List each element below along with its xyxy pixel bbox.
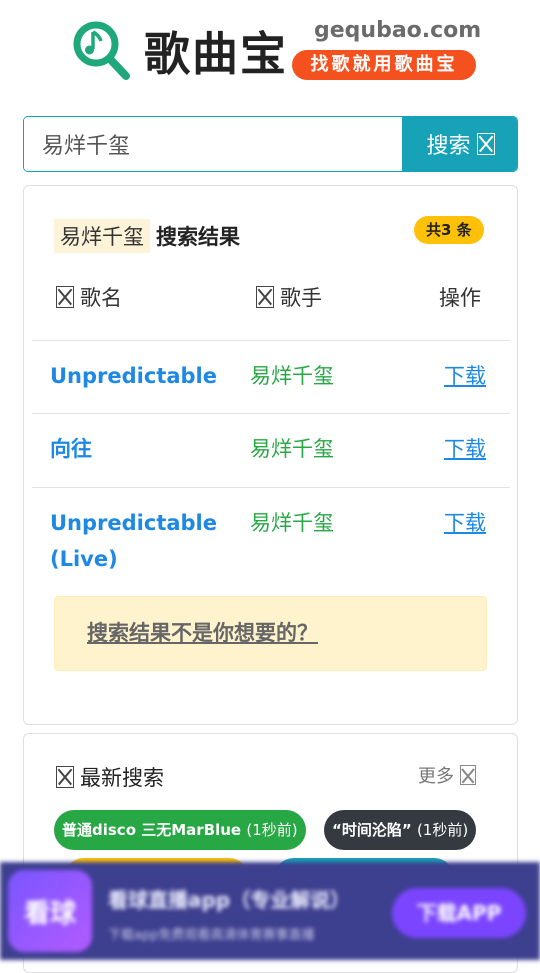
column-action-label: 操作 xyxy=(439,286,481,310)
results-header: 易烊千玺 搜索结果 xyxy=(54,218,240,254)
song-title-link[interactable]: Unpredictable xyxy=(50,358,240,394)
results-count-badge: 共3 条 xyxy=(414,216,484,244)
download-link[interactable]: 下载 xyxy=(444,505,486,541)
chevron-right-icon xyxy=(460,765,476,785)
row-divider xyxy=(32,413,510,414)
chip-time: (1秒前) xyxy=(416,821,469,839)
search-input[interactable] xyxy=(24,117,402,171)
more-label: 更多 xyxy=(418,766,454,787)
artist-name: 易烊千玺 xyxy=(250,364,334,388)
download-link[interactable]: 下载 xyxy=(444,358,486,394)
row-divider xyxy=(32,487,510,488)
column-artist-label: 歌手 xyxy=(280,286,322,310)
latest-searches-title: 最新搜索 xyxy=(56,762,164,792)
chip-text: 普通disco 三无MarBlue xyxy=(62,821,242,839)
recent-search-chip[interactable]: “时间沦陷” (1秒前) xyxy=(324,810,477,850)
recent-search-chip[interactable]: 普通disco 三无MarBlue (1秒前) xyxy=(54,810,306,850)
more-link[interactable]: 更多 xyxy=(418,762,476,788)
user-icon xyxy=(256,286,274,308)
results-label: 搜索结果 xyxy=(156,225,240,249)
site-title: 歌曲宝 xyxy=(144,27,288,81)
search-icon xyxy=(476,133,495,155)
song-title-link[interactable]: Unpredictable (Live) xyxy=(50,505,240,577)
search-button[interactable]: 搜索 xyxy=(402,117,517,171)
search-bar: 搜索 xyxy=(23,116,518,172)
site-logo[interactable]: 歌曲宝 gequbao.com 找歌就用歌曲宝 xyxy=(68,16,488,86)
results-keyword: 易烊千玺 xyxy=(54,219,150,253)
feedback-notice: 搜索结果不是你想要的？ xyxy=(54,596,487,671)
latest-searches-label: 最新搜索 xyxy=(80,766,164,790)
column-header-action: 操作 xyxy=(439,282,481,312)
download-app-button[interactable]: 下载APP xyxy=(392,888,526,938)
music-search-icon xyxy=(72,20,132,86)
chip-time: (1秒前) xyxy=(246,821,298,839)
column-header-song: 歌名 xyxy=(56,282,122,312)
chip-text: “时间沦陷” xyxy=(332,821,412,839)
ad-subtitle: 下载app免费观看高清体育赛事直播 xyxy=(108,928,315,943)
artist-name: 易烊千玺 xyxy=(250,437,334,461)
artist-name: 易烊千玺 xyxy=(250,511,334,535)
search-button-label: 搜索 xyxy=(426,134,471,159)
app-icon: 看球 xyxy=(8,870,92,952)
app-ad-banner[interactable]: 看球 看球直播app（专业解说） 下载app免费观看高清体育赛事直播 下载APP xyxy=(0,862,540,960)
feedback-link[interactable]: 搜索结果不是你想要的？ xyxy=(87,617,318,647)
ad-title: 看球直播app（专业解说） xyxy=(108,888,351,912)
site-slogan: 找歌就用歌曲宝 xyxy=(292,50,476,80)
results-card: 易烊千玺 搜索结果 共3 条 歌名 歌手 操作 Unpredictable 易烊… xyxy=(23,185,518,725)
site-domain: gequbao.com xyxy=(314,18,482,43)
row-divider xyxy=(32,340,510,341)
download-link[interactable]: 下载 xyxy=(444,431,486,467)
history-icon xyxy=(56,766,74,788)
column-header-artist: 歌手 xyxy=(256,282,322,312)
column-song-label: 歌名 xyxy=(80,286,122,310)
song-title-link[interactable]: 向往 xyxy=(50,431,240,467)
music-note-icon xyxy=(56,286,74,308)
